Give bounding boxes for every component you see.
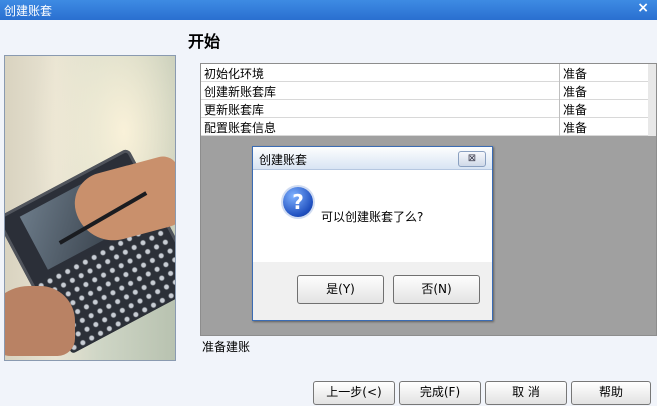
task-status: 准备 bbox=[559, 64, 649, 82]
page-title: 开始 bbox=[188, 32, 221, 51]
window-title: 创建账套 bbox=[4, 4, 53, 18]
finish-button[interactable]: 完成(F) bbox=[399, 381, 481, 405]
prev-button[interactable]: 上一步(<) bbox=[313, 381, 395, 405]
task-name: 更新账套库 bbox=[204, 103, 265, 117]
hand-graphic bbox=[5, 286, 75, 356]
cancel-button[interactable]: 取 消 bbox=[485, 381, 567, 405]
task-status: 准备 bbox=[559, 100, 649, 118]
table-row[interactable]: 更新账套库 准备 bbox=[201, 100, 648, 118]
task-name: 创建新账套库 bbox=[204, 85, 277, 99]
window-close-icon[interactable]: × bbox=[637, 0, 649, 16]
dialog-message: 可以创建账套了么? bbox=[321, 210, 424, 224]
table-row[interactable]: 配置账套信息 准备 bbox=[201, 118, 648, 136]
question-icon: ? bbox=[283, 187, 313, 217]
table-row[interactable]: 创建新账套库 准备 bbox=[201, 82, 648, 100]
help-button[interactable]: 帮助 bbox=[571, 381, 651, 405]
decorative-photo bbox=[4, 55, 176, 361]
dialog-close-icon[interactable]: ⊠ bbox=[458, 151, 486, 167]
table-row[interactable]: 初始化环境 准备 bbox=[201, 64, 648, 82]
confirm-dialog: 创建账套 ⊠ ? 可以创建账套了么? 是(Y) 否(N) bbox=[252, 146, 493, 321]
window-title-bar: 创建账套 × bbox=[0, 0, 657, 20]
dialog-title-bar: 创建账套 ⊠ bbox=[253, 147, 492, 170]
task-status: 准备 bbox=[559, 118, 649, 136]
task-name: 配置账套信息 bbox=[204, 121, 277, 135]
task-name: 初始化环境 bbox=[204, 67, 265, 81]
yes-button[interactable]: 是(Y) bbox=[297, 275, 384, 304]
no-button[interactable]: 否(N) bbox=[393, 275, 480, 304]
status-text: 准备建账 bbox=[202, 340, 251, 354]
scrollbar[interactable] bbox=[648, 64, 656, 136]
dialog-title: 创建账套 bbox=[259, 153, 308, 167]
task-status: 准备 bbox=[559, 82, 649, 100]
